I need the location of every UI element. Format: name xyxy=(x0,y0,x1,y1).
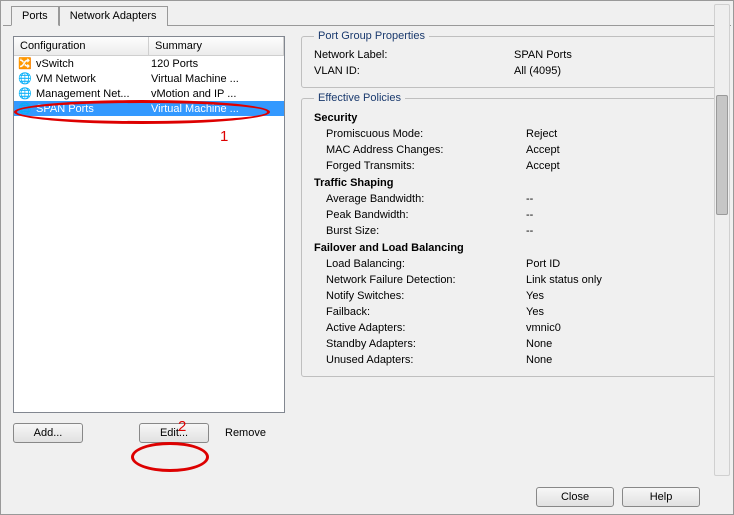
value: -- xyxy=(526,193,710,205)
port-group-properties: Port Group Properties Network Label:SPAN… xyxy=(301,36,721,88)
tab-network-adapters[interactable]: Network Adapters xyxy=(59,6,168,26)
value: -- xyxy=(526,209,710,221)
list-header: Configuration Summary xyxy=(14,37,284,56)
vswitch-icon: 🔀 xyxy=(18,57,32,70)
label: Network Failure Detection: xyxy=(326,274,526,286)
label: Network Label: xyxy=(314,49,514,61)
col-configuration[interactable]: Configuration xyxy=(14,37,149,55)
label: Standby Adapters: xyxy=(326,338,526,350)
label: Active Adapters: xyxy=(326,322,526,334)
portgroup-icon: 🌐 xyxy=(18,87,32,100)
value: Yes xyxy=(526,290,710,302)
value: vmnic0 xyxy=(526,322,710,334)
effective-policies: Effective Policies Security Promiscuous … xyxy=(301,98,721,377)
portgroup-icon: 🌐 xyxy=(18,102,32,115)
label: Notify Switches: xyxy=(326,290,526,302)
config-list[interactable]: Configuration Summary 🔀 vSwitch 120 Port… xyxy=(13,36,285,413)
tab-ports[interactable]: Ports xyxy=(11,6,59,26)
label: Unused Adapters: xyxy=(326,354,526,366)
row-summary: Virtual Machine ... xyxy=(151,73,280,85)
label: Average Bandwidth: xyxy=(326,193,526,205)
fieldset-title: Effective Policies xyxy=(314,92,405,104)
label: VLAN ID: xyxy=(314,65,514,77)
scrollbar-handle[interactable] xyxy=(716,95,728,215)
row-name: VM Network xyxy=(36,73,151,85)
section-security: Security xyxy=(314,109,710,126)
label: Forged Transmits: xyxy=(326,160,526,172)
portgroup-icon: 🌐 xyxy=(18,72,32,85)
label: Load Balancing: xyxy=(326,258,526,270)
row-summary: 120 Ports xyxy=(151,58,280,70)
value: Accept xyxy=(526,144,710,156)
list-row[interactable]: 🌐 VM Network Virtual Machine ... xyxy=(14,71,284,86)
list-row[interactable]: 🌐 Management Net... vMotion and IP ... xyxy=(14,86,284,101)
list-row-selected[interactable]: 🌐 SPAN Ports Virtual Machine ... xyxy=(14,101,284,116)
label: Peak Bandwidth: xyxy=(326,209,526,221)
label: Failback: xyxy=(326,306,526,318)
value: Yes xyxy=(526,306,710,318)
close-button[interactable]: Close xyxy=(536,487,614,507)
col-summary[interactable]: Summary xyxy=(149,37,284,55)
value: Port ID xyxy=(526,258,710,270)
value: All (4095) xyxy=(514,65,710,77)
row-name: SPAN Ports xyxy=(36,103,151,115)
value: Accept xyxy=(526,160,710,172)
remove-button[interactable]: Remove xyxy=(215,423,276,443)
value: Link status only xyxy=(526,274,710,286)
value: None xyxy=(526,338,710,350)
row-name: Management Net... xyxy=(36,88,151,100)
add-button[interactable]: Add... xyxy=(13,423,83,443)
row-summary: Virtual Machine ... xyxy=(151,103,280,115)
label: Promiscuous Mode: xyxy=(326,128,526,140)
section-traffic-shaping: Traffic Shaping xyxy=(314,174,710,191)
list-row[interactable]: 🔀 vSwitch 120 Ports xyxy=(14,56,284,71)
row-name: vSwitch xyxy=(36,58,151,70)
value: -- xyxy=(526,225,710,237)
label: Burst Size: xyxy=(326,225,526,237)
fieldset-title: Port Group Properties xyxy=(314,30,429,42)
scrollbar[interactable] xyxy=(714,4,730,476)
value: None xyxy=(526,354,710,366)
value: Reject xyxy=(526,128,710,140)
edit-button[interactable]: Edit... xyxy=(139,423,209,443)
row-summary: vMotion and IP ... xyxy=(151,88,280,100)
help-button[interactable]: Help xyxy=(622,487,700,507)
label: MAC Address Changes: xyxy=(326,144,526,156)
section-failover: Failover and Load Balancing xyxy=(314,239,710,256)
value: SPAN Ports xyxy=(514,49,710,61)
